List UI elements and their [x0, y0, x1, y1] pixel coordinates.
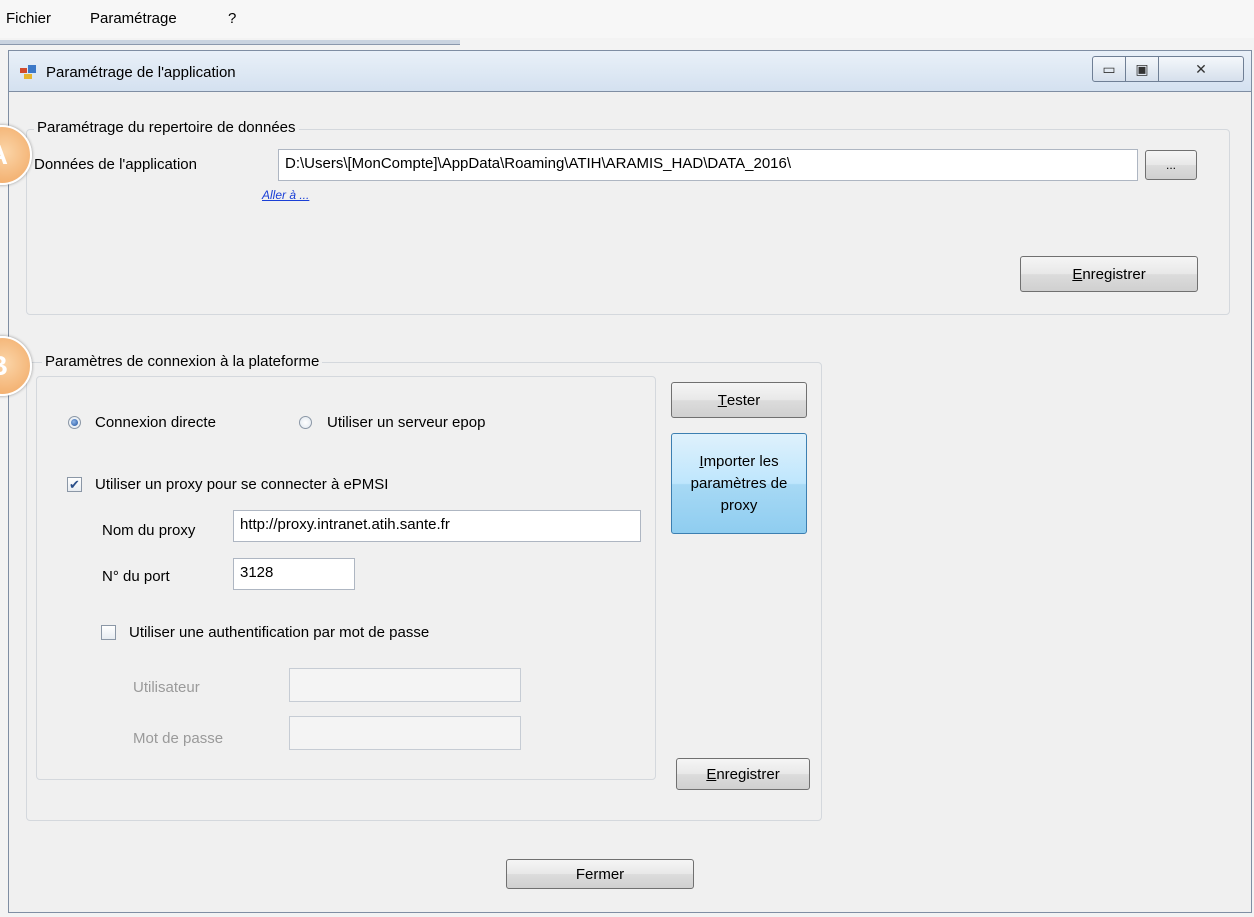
menu-parametrage[interactable]: Paramétrage — [90, 10, 177, 27]
minimize-icon: ▭ — [1102, 60, 1116, 77]
goto-link[interactable]: Aller à ... — [262, 188, 309, 202]
close-window-button[interactable]: ✕ — [1158, 56, 1244, 82]
import-line-1: Importer les — [699, 451, 778, 473]
proxy-name-input[interactable]: http://proxy.intranet.atih.sante.fr — [233, 510, 641, 542]
menu-bar: Fichier Paramétrage ? — [0, 0, 1254, 38]
data-directory-input[interactable]: D:\Users\[MonCompte]\AppData\Roaming\ATI… — [278, 149, 1138, 181]
close-icon: ✕ — [1195, 60, 1207, 77]
test-button[interactable]: Tester — [671, 382, 807, 418]
minimize-button[interactable]: ▭ — [1092, 56, 1126, 82]
user-input[interactable] — [289, 668, 521, 702]
menu-fichier[interactable]: Fichier — [6, 10, 51, 27]
auth-checkbox-label[interactable]: Utiliser une authentification par mot de… — [129, 624, 429, 641]
save-data-directory-button[interactable]: Enregistrer — [1020, 256, 1198, 292]
badge-a-label: A — [0, 139, 8, 171]
proxy-checkbox[interactable]: ✔ — [67, 477, 82, 492]
import-line-2: paramètres de — [690, 474, 788, 492]
radio-connexion-directe-label[interactable]: Connexion directe — [95, 414, 216, 431]
mdi-tab-strip — [0, 40, 460, 45]
auth-checkbox[interactable] — [101, 625, 116, 640]
proxy-checkbox-label[interactable]: Utiliser un proxy pour se connecter à eP… — [95, 476, 388, 493]
save-b-accel: E — [706, 765, 717, 783]
import-line-1-text: mporter les — [703, 452, 779, 470]
password-label: Mot de passe — [133, 730, 224, 747]
data-directory-label: Données de l'application — [34, 156, 197, 173]
save-b-label: nregistrer — [716, 765, 780, 783]
app-icon — [20, 65, 36, 79]
test-accel: T — [717, 391, 727, 409]
port-input[interactable]: 3128 — [233, 558, 355, 590]
save-a-label: nregistrer — [1082, 265, 1146, 283]
import-proxy-button[interactable]: Importer les paramètres de proxy — [671, 433, 807, 534]
radio-connexion-directe[interactable] — [68, 416, 81, 429]
import-line-3: proxy — [720, 496, 758, 514]
test-label: ester — [726, 391, 761, 409]
save-connection-button[interactable]: Enregistrer — [676, 758, 810, 790]
badge-b-label: B — [0, 350, 8, 382]
proxy-name-label: Nom du proxy — [102, 522, 196, 539]
close-button[interactable]: Fermer — [506, 859, 694, 889]
browse-button[interactable]: ... — [1145, 150, 1197, 180]
data-directory-legend: Paramétrage du repertoire de données — [34, 119, 299, 136]
connection-legend: Paramètres de connexion à la plateforme — [42, 353, 323, 370]
restore-button[interactable]: ▣ — [1125, 56, 1159, 82]
user-label: Utilisateur — [133, 679, 200, 696]
radio-serveur-epop-label[interactable]: Utiliser un serveur epop — [327, 414, 485, 431]
save-a-accel: E — [1072, 265, 1083, 283]
menu-help[interactable]: ? — [228, 10, 236, 27]
radio-serveur-epop[interactable] — [299, 416, 312, 429]
restore-icon: ▣ — [1135, 60, 1149, 77]
window-title: Paramétrage de l'application — [46, 64, 236, 81]
password-input[interactable] — [289, 716, 521, 750]
port-label: N° du port — [102, 568, 170, 585]
